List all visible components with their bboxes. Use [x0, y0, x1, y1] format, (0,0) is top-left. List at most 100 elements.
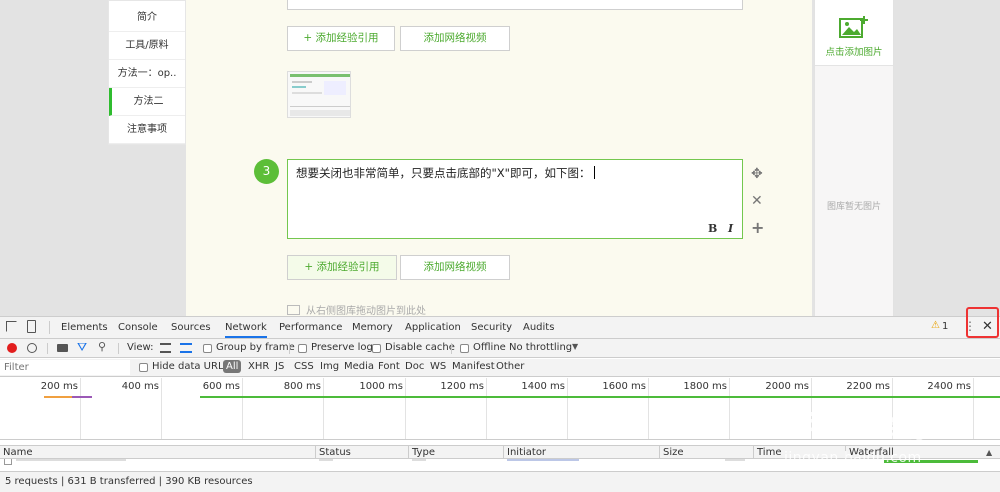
- network-toolbar: ⛛ ⚲ View: Group by frame Preserve log Di…: [0, 339, 1000, 358]
- waterfall-view-icon[interactable]: [180, 343, 192, 353]
- group-by-frame-checkbox[interactable]: [203, 344, 212, 353]
- chevron-down-icon[interactable]: ▼: [572, 342, 578, 351]
- separator: [118, 343, 119, 354]
- separator: [49, 321, 50, 334]
- tab-performance[interactable]: Performance: [279, 317, 342, 338]
- throttling-select[interactable]: No throttling: [509, 342, 572, 353]
- add-reference-button[interactable]: + 添加经验引用: [287, 26, 395, 51]
- filter-type-doc[interactable]: Doc: [405, 361, 424, 372]
- tab-application[interactable]: Application: [405, 317, 461, 338]
- column-status[interactable]: Status: [319, 447, 351, 458]
- network-overview-timeline[interactable]: 200 ms 400 ms 600 ms 800 ms 1000 ms 1200…: [0, 378, 1000, 440]
- column-size[interactable]: Size: [663, 447, 684, 458]
- separator: [47, 343, 48, 354]
- table-cell: [725, 459, 745, 461]
- tab-memory[interactable]: Memory: [352, 317, 393, 338]
- status-bar: 5 requests | 631 B transferred | 390 KB …: [0, 471, 1000, 492]
- add-image-button[interactable]: 点击添加图片: [815, 0, 893, 66]
- requests-table-header: Name Status Type Initiator Size Time Wat…: [0, 445, 1000, 460]
- preserve-log-label: Preserve log: [311, 342, 373, 353]
- file-icon: [4, 459, 12, 465]
- column-waterfall[interactable]: Waterfall: [849, 447, 894, 458]
- tab-console[interactable]: Console: [118, 317, 158, 338]
- timeline-tick: 2000 ms: [765, 381, 809, 392]
- filter-input[interactable]: [0, 360, 130, 375]
- step-text-editor[interactable]: 想要关闭也非常简单，只要点击底部的"X"即可，如下图： B I: [287, 159, 743, 239]
- add-video-button[interactable]: 添加网络视频: [400, 26, 510, 51]
- italic-button[interactable]: I: [728, 222, 733, 235]
- filter-type-css[interactable]: CSS: [294, 361, 314, 372]
- image-library-panel: 点击添加图片 图库暂无图片: [814, 0, 894, 316]
- table-row[interactable]: [0, 459, 1000, 469]
- view-label: View:: [127, 342, 154, 353]
- timeline-tick: 2200 ms: [846, 381, 890, 392]
- add-step-icon[interactable]: +: [751, 218, 764, 237]
- tab-elements[interactable]: Elements: [61, 317, 108, 338]
- table-cell: [16, 459, 126, 461]
- offline-checkbox[interactable]: [460, 344, 469, 353]
- timeline-bar: [44, 396, 72, 398]
- drag-hint-text: 从右侧图库拖动图片到此处: [306, 306, 426, 316]
- inspect-element-icon[interactable]: [6, 321, 17, 332]
- column-initiator[interactable]: Initiator: [507, 447, 546, 458]
- timeline-tick: 1800 ms: [683, 381, 727, 392]
- warning-count[interactable]: 1: [942, 321, 948, 332]
- tab-sources[interactable]: Sources: [171, 317, 211, 338]
- step-text: 想要关闭也非常简单，只要点击底部的"X"即可，如下图：: [296, 166, 591, 180]
- column-time[interactable]: Time: [757, 447, 781, 458]
- waterfall-bar: [884, 460, 978, 463]
- add-image-icon: [839, 16, 868, 38]
- filter-type-js[interactable]: JS: [275, 361, 284, 372]
- hide-data-urls-checkbox[interactable]: [139, 363, 148, 372]
- capture-screenshots-icon[interactable]: [57, 344, 68, 352]
- previous-step-textbox[interactable]: [287, 0, 743, 10]
- filter-icon[interactable]: ⛛: [77, 340, 87, 355]
- nav-item-method1[interactable]: 方法一：op..: [109, 60, 185, 88]
- nav-item-tools[interactable]: 工具/原料: [109, 32, 185, 60]
- tab-network[interactable]: Network: [225, 317, 267, 338]
- filter-bar: Hide data URLs All XHR JS CSS Img Media …: [0, 359, 1000, 377]
- tab-audits[interactable]: Audits: [523, 317, 554, 338]
- filter-type-all[interactable]: All: [223, 360, 242, 373]
- nav-item-intro[interactable]: 简介: [109, 4, 185, 32]
- nav-item-method2[interactable]: 方法二: [109, 88, 185, 116]
- warning-icon[interactable]: ⚠: [931, 320, 940, 331]
- filter-type-ws[interactable]: WS: [430, 361, 446, 372]
- move-handle-icon[interactable]: ✥: [751, 166, 763, 182]
- timeline-bar: [200, 396, 1000, 398]
- timeline-tick: 1400 ms: [521, 381, 565, 392]
- timeline-tick: 200 ms: [40, 381, 78, 392]
- filter-type-manifest[interactable]: Manifest: [452, 361, 495, 372]
- add-video-button-2[interactable]: 添加网络视频: [400, 255, 510, 280]
- add-reference-button-2[interactable]: + 添加经验引用: [287, 255, 397, 280]
- record-icon[interactable]: [7, 343, 17, 353]
- filter-type-other[interactable]: Other: [496, 361, 524, 372]
- filter-type-img[interactable]: Img: [320, 361, 339, 372]
- bold-button[interactable]: B: [708, 222, 717, 235]
- delete-step-icon[interactable]: ✕: [751, 193, 763, 209]
- column-type[interactable]: Type: [412, 447, 435, 458]
- status-summary: 5 requests | 631 B transferred | 390 KB …: [5, 476, 253, 487]
- disable-cache-checkbox[interactable]: [372, 344, 381, 353]
- step-thumbnail-image[interactable]: [287, 71, 351, 118]
- large-rows-icon[interactable]: [160, 343, 171, 353]
- filter-type-font[interactable]: Font: [378, 361, 400, 372]
- timeline-tick: 600 ms: [202, 381, 240, 392]
- tab-security[interactable]: Security: [471, 317, 512, 338]
- group-by-frame-label: Group by frame: [216, 342, 295, 353]
- clear-icon[interactable]: [27, 343, 37, 353]
- separator: [289, 343, 290, 354]
- nav-item-notes[interactable]: 注意事项: [109, 116, 185, 144]
- device-toolbar-icon[interactable]: [27, 320, 36, 333]
- search-icon[interactable]: ⚲: [98, 340, 106, 353]
- filter-type-xhr[interactable]: XHR: [248, 361, 269, 372]
- timeline-tick: 1200 ms: [440, 381, 484, 392]
- preserve-log-checkbox[interactable]: [298, 344, 307, 353]
- separator: [451, 343, 452, 354]
- step-number-badge: 3: [254, 159, 279, 184]
- column-name[interactable]: Name: [3, 447, 33, 458]
- filter-type-media[interactable]: Media: [344, 361, 374, 372]
- editor-content: + 添加经验引用 添加网络视频 3 想要关闭也非常简单，只要点击底部的"X"即可…: [186, 0, 812, 316]
- sort-ascending-icon[interactable]: ▲: [986, 448, 992, 457]
- timeline-bar: [72, 396, 92, 398]
